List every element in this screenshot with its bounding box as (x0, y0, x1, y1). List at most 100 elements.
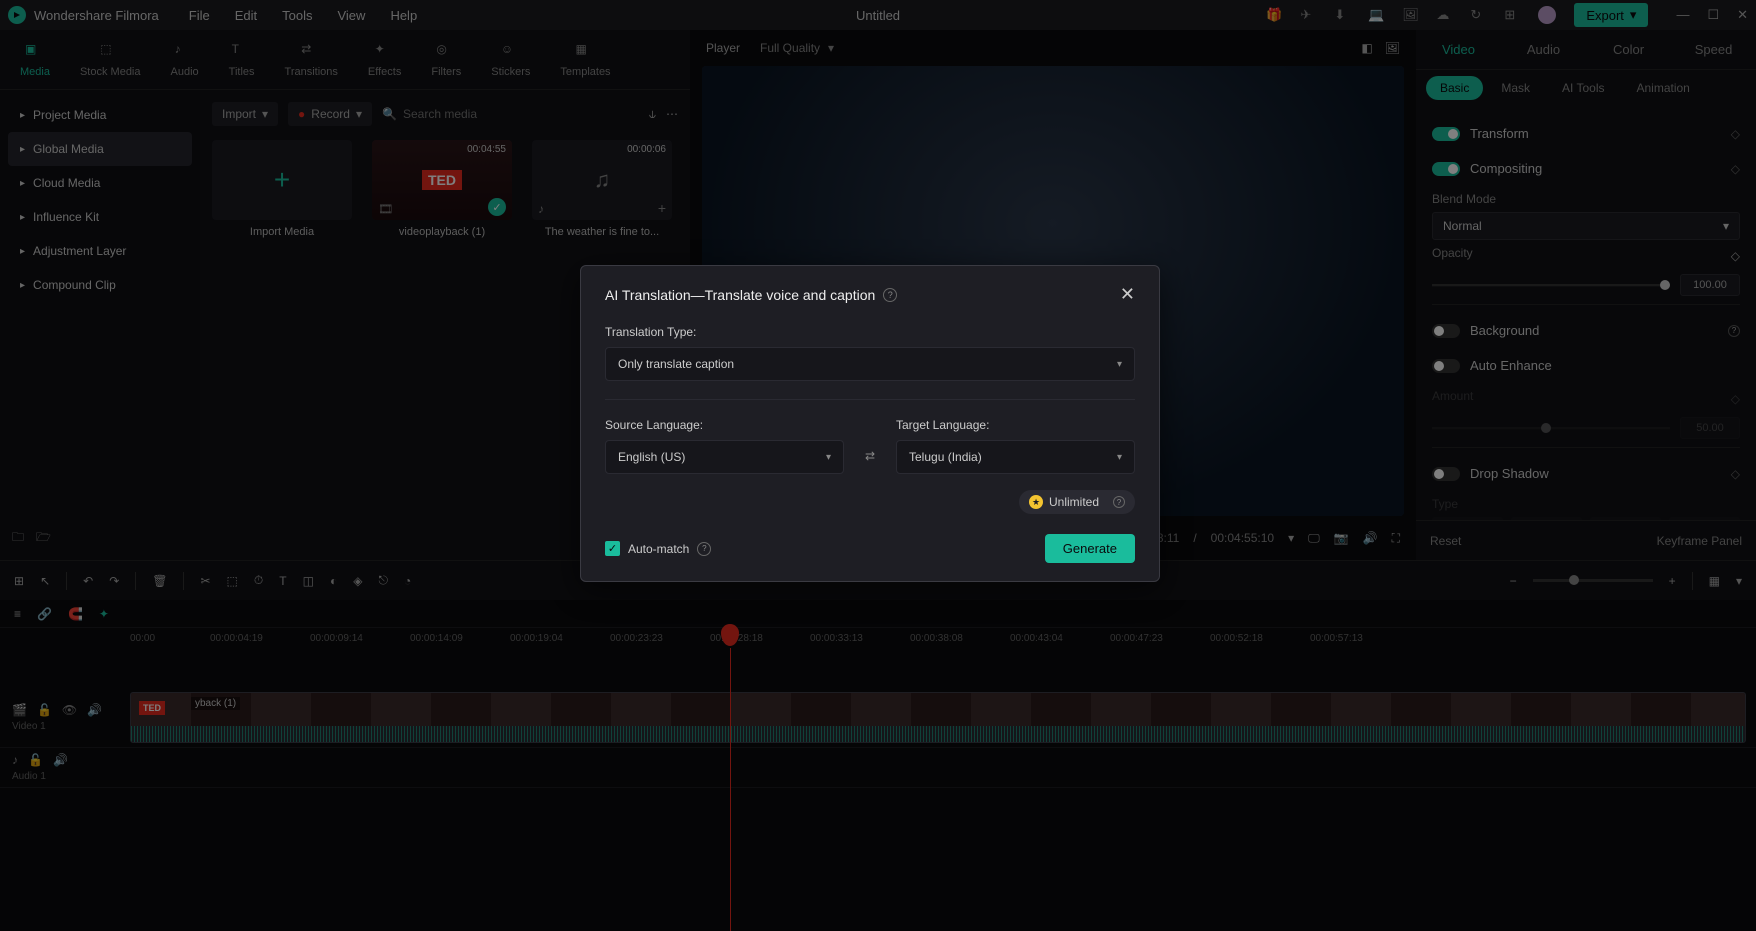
zoom-out-icon[interactable]: − (1510, 574, 1517, 588)
add-icon[interactable]: + (658, 200, 666, 216)
image-icon[interactable]: 🖼 (1402, 7, 1418, 23)
minimize-icon[interactable]: — (1676, 7, 1689, 23)
redo-icon[interactable]: ↷ (109, 574, 119, 588)
undo-icon[interactable]: ↶ (83, 574, 93, 588)
export-button[interactable]: Export▾ (1574, 3, 1648, 27)
auto-enhance-toggle[interactable] (1432, 359, 1460, 373)
mute-icon[interactable]: 🔊 (53, 753, 68, 767)
keyframe-icon[interactable]: ◇ (1731, 162, 1740, 176)
menu-tools[interactable]: Tools (282, 8, 312, 23)
menu-file[interactable]: File (189, 8, 210, 23)
align-icon[interactable]: ≡ (14, 607, 21, 621)
grid-menu-icon[interactable]: ▾ (1736, 574, 1742, 588)
sidebar-compound-clip[interactable]: ▸Compound Clip (8, 268, 192, 302)
help-icon[interactable]: ? (1113, 496, 1125, 508)
marker-icon[interactable]: ◔ (404, 574, 411, 588)
display-icon[interactable]: 🖵 (1308, 531, 1320, 546)
transform-toggle[interactable] (1432, 127, 1460, 141)
unlimited-badge[interactable]: ★ Unlimited ? (1019, 490, 1135, 514)
zoom-in-icon[interactable]: + (1669, 574, 1676, 588)
keyframe-icon[interactable]: ◇ (1731, 249, 1740, 263)
target-language-select[interactable]: Telugu (India)▾ (896, 440, 1135, 474)
subtab-ai-tools[interactable]: AI Tools (1548, 76, 1618, 100)
reset-button[interactable]: Reset (1430, 534, 1461, 548)
menu-help[interactable]: Help (390, 8, 417, 23)
translation-type-select[interactable]: Only translate caption▾ (605, 347, 1135, 381)
drop-shadow-toggle[interactable] (1432, 467, 1460, 481)
opacity-value[interactable]: 100.00 (1680, 274, 1740, 296)
tab-stock-media[interactable]: ⬚Stock Media (80, 42, 141, 78)
crop-icon[interactable]: ⬚ (227, 574, 238, 588)
color-icon[interactable]: ◐ (330, 574, 337, 588)
compare-icon[interactable]: ◧ (1361, 41, 1372, 55)
delete-icon[interactable]: 🗑 (152, 574, 167, 588)
sidebar-global-media[interactable]: ▸Global Media (8, 132, 192, 166)
zoom-slider[interactable] (1533, 579, 1653, 582)
tab-stickers[interactable]: ☺Stickers (491, 42, 530, 78)
search-input[interactable] (403, 107, 503, 121)
download-icon[interactable]: ⬇ (1334, 7, 1350, 23)
help-icon[interactable]: ? (883, 288, 897, 302)
source-language-select[interactable]: English (US)▾ (605, 440, 844, 474)
text-icon[interactable]: T (279, 574, 286, 588)
tab-audio-props[interactable]: Audio (1501, 32, 1586, 67)
import-button[interactable]: Import▾ (212, 102, 278, 126)
tab-media[interactable]: ▣Media (20, 42, 50, 78)
menu-edit[interactable]: Edit (235, 8, 257, 23)
apps-icon[interactable]: ⊞ (1504, 7, 1520, 23)
mute-icon[interactable]: 🔊 (87, 703, 102, 717)
folder-icon[interactable]: 🗀 (12, 528, 24, 549)
compositing-toggle[interactable] (1432, 162, 1460, 176)
close-window-icon[interactable]: ✕ (1737, 7, 1748, 23)
gift-icon[interactable]: 🎁 (1266, 7, 1282, 23)
user-avatar[interactable] (1538, 6, 1556, 24)
keyframe-icon[interactable]: ◇ (1731, 467, 1740, 481)
help-icon[interactable]: ? (697, 542, 711, 556)
playhead[interactable] (730, 648, 731, 931)
subtab-animation[interactable]: Animation (1622, 76, 1703, 100)
speed-icon[interactable]: ⏱ (254, 573, 263, 588)
media-item-import[interactable]: + Import Media (212, 140, 352, 238)
snapshot-mode-icon[interactable]: 🖼 (1385, 41, 1400, 55)
keyframe-tool-icon[interactable]: ◈ (353, 574, 362, 588)
swap-languages-icon[interactable]: ⇄ (856, 442, 884, 470)
quality-dropdown[interactable]: Full Quality▾ (760, 41, 834, 55)
tab-transitions[interactable]: ⇄Transitions (285, 42, 338, 78)
cloud-icon[interactable]: ☁ (1436, 7, 1452, 23)
search-media[interactable]: 🔍 (382, 107, 639, 121)
media-item-video[interactable]: TED 00:04:55 🎞 ✓ videoplayback (1) (372, 140, 512, 238)
timeline-ruler[interactable]: 00:00 00:00:04:19 00:00:09:14 00:00:14:0… (0, 628, 1756, 648)
blend-mode-select[interactable]: Normal▾ (1432, 212, 1740, 240)
generate-button[interactable]: Generate (1045, 534, 1135, 563)
pointer-icon[interactable]: ↖ (40, 574, 50, 588)
refresh-icon[interactable]: ↻ (1470, 7, 1486, 23)
auto-match-checkbox[interactable]: ✓ (605, 541, 620, 556)
tab-effects[interactable]: ✦Effects (368, 42, 401, 78)
keyframe-panel-button[interactable]: Keyframe Panel (1657, 534, 1742, 548)
subtab-mask[interactable]: Mask (1487, 76, 1544, 100)
visibility-icon[interactable]: 👁 (62, 703, 77, 717)
grid-view-icon[interactable]: ▦ (1709, 574, 1720, 588)
more-icon[interactable]: ⋯ (666, 107, 678, 122)
menu-view[interactable]: View (337, 8, 365, 23)
prop-compositing[interactable]: Compositing◇ (1432, 151, 1740, 186)
prop-auto-enhance[interactable]: Auto Enhance (1432, 348, 1740, 383)
lock-icon[interactable]: 🔓 (28, 753, 43, 767)
detach-icon[interactable]: ⎋ (378, 573, 388, 588)
tab-titles[interactable]: TTitles (229, 42, 255, 78)
background-toggle[interactable] (1432, 324, 1460, 338)
tab-video[interactable]: Video (1416, 32, 1501, 67)
sidebar-influence-kit[interactable]: ▸Influence Kit (8, 200, 192, 234)
record-button[interactable]: ●Record▾ (288, 102, 372, 126)
tab-color[interactable]: Color (1586, 32, 1671, 67)
tab-templates[interactable]: ▦Templates (560, 42, 610, 78)
tab-filters[interactable]: ◎Filters (431, 42, 461, 78)
laptop-icon[interactable]: 💻 (1368, 7, 1384, 23)
opacity-slider[interactable] (1432, 284, 1670, 287)
subtab-basic[interactable]: Basic (1426, 76, 1483, 100)
close-icon[interactable]: ✕ (1120, 284, 1135, 305)
crop-tool-icon[interactable]: ◫ (303, 574, 314, 588)
magnet-icon[interactable]: 🧲 (68, 607, 83, 621)
new-folder-icon[interactable]: 🗁 (36, 528, 51, 549)
send-icon[interactable]: ✈ (1300, 7, 1316, 23)
